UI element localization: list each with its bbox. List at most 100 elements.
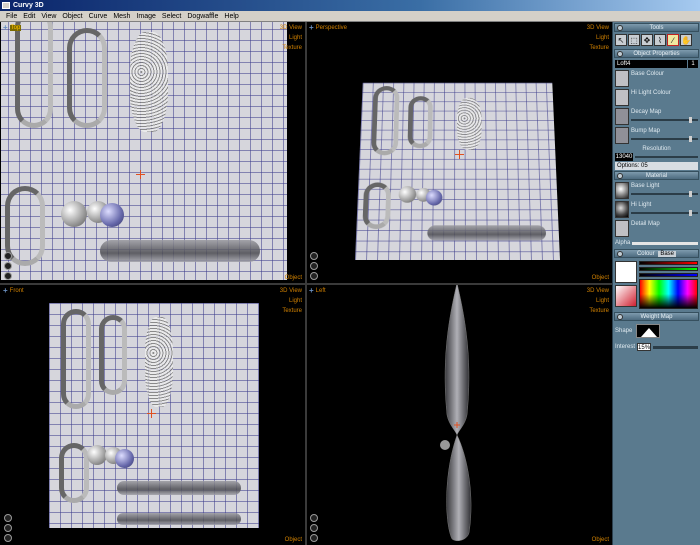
- view-light[interactable]: Light: [280, 296, 302, 306]
- hilight-preview-sphere[interactable]: [615, 201, 629, 218]
- viewport-front[interactable]: + Front 3D View Light Texture Object: [1, 285, 305, 545]
- object-label[interactable]: Object: [285, 275, 302, 281]
- object-label[interactable]: Object: [592, 537, 609, 543]
- collapse-icon[interactable]: [617, 51, 623, 57]
- curve-tool-icon[interactable]: ∕: [667, 34, 679, 46]
- detail-map-slot[interactable]: Detail Map: [615, 220, 698, 237]
- base-colour-slot[interactable]: Base Colour: [615, 70, 698, 87]
- interest-slider[interactable]: [653, 346, 698, 349]
- colour-spectrum[interactable]: [639, 279, 698, 309]
- pan-icon[interactable]: [4, 524, 12, 532]
- view-mode-3d[interactable]: 3D View: [280, 23, 302, 33]
- draw-tool-icon[interactable]: ⌇: [654, 34, 666, 46]
- colour-section-title[interactable]: Colour Base: [614, 249, 699, 258]
- collapse-icon[interactable]: [617, 173, 623, 179]
- viewport-label[interactable]: + Perspective: [309, 23, 347, 32]
- mesh-surface[interactable]: [1, 22, 287, 280]
- zoom-icon[interactable]: [310, 534, 318, 542]
- view-mode-3d[interactable]: 3D View: [280, 286, 302, 296]
- base-light-slot[interactable]: Base Light: [615, 182, 698, 199]
- red-slider[interactable]: [639, 261, 698, 265]
- object-label[interactable]: Object: [592, 275, 609, 281]
- viewport-left[interactable]: + Left 3D View Light Texture Object: [307, 285, 612, 545]
- menu-object[interactable]: Object: [59, 11, 85, 22]
- rotate-icon[interactable]: [310, 514, 318, 522]
- object-properties-title[interactable]: Object Properties: [614, 49, 699, 58]
- view-mode-3d[interactable]: 3D View: [587, 286, 609, 296]
- zoom-icon[interactable]: [4, 534, 12, 542]
- 3d-cursor[interactable]: [147, 409, 156, 418]
- bump-map-thumb[interactable]: [615, 127, 629, 144]
- hi-light-slider[interactable]: [631, 212, 698, 214]
- blue-slider[interactable]: [639, 273, 698, 277]
- rotate-icon[interactable]: [310, 252, 318, 260]
- hi-light-slot[interactable]: Hi Light: [615, 201, 698, 218]
- colour-mode[interactable]: Base: [658, 251, 676, 257]
- gradient-colour-swatch[interactable]: [615, 285, 637, 307]
- base-light-slider[interactable]: [631, 193, 698, 195]
- bump-map-slot[interactable]: Bump Map: [615, 127, 698, 144]
- viewport-label[interactable]: + Top: [3, 23, 21, 32]
- view-mode-3d[interactable]: 3D View: [587, 23, 609, 33]
- decay-slider[interactable]: [631, 119, 698, 121]
- collapse-icon[interactable]: [617, 25, 623, 31]
- base-colour-swatch[interactable]: [615, 70, 629, 87]
- decay-map-thumb[interactable]: [615, 108, 629, 125]
- hand-tool-icon[interactable]: ✋: [680, 34, 692, 46]
- pan-icon[interactable]: [310, 262, 318, 270]
- green-slider[interactable]: [639, 267, 698, 271]
- interest-value[interactable]: 15%: [637, 343, 651, 351]
- zoom-icon[interactable]: [4, 272, 12, 280]
- object-name-field[interactable]: Loft4: [615, 60, 687, 68]
- view-texture[interactable]: Texture: [587, 43, 609, 53]
- primary-colour-swatch[interactable]: [615, 261, 637, 283]
- pan-icon[interactable]: [4, 262, 12, 270]
- viewport-label[interactable]: + Front: [3, 286, 24, 295]
- viewport-label[interactable]: + Left: [309, 286, 326, 295]
- resolution-value[interactable]: 13040: [615, 153, 633, 161]
- alpha-slider[interactable]: [632, 242, 698, 245]
- view-texture[interactable]: Texture: [280, 306, 302, 316]
- hilight-colour-slot[interactable]: Hi Light Colour: [615, 89, 698, 106]
- menu-edit[interactable]: Edit: [20, 11, 38, 22]
- move-tool-icon[interactable]: ✥: [641, 34, 653, 46]
- view-light[interactable]: Light: [587, 33, 609, 43]
- collapse-icon[interactable]: [617, 314, 623, 320]
- resolution-slider[interactable]: [635, 156, 698, 158]
- bump-slider[interactable]: [631, 138, 698, 140]
- menu-view[interactable]: View: [38, 11, 59, 22]
- material-section-title[interactable]: Material: [614, 171, 699, 180]
- mesh-surface[interactable]: [355, 83, 560, 260]
- decay-map-slot[interactable]: Decay Map: [615, 108, 698, 125]
- weight-map-section-title[interactable]: Weight Map: [614, 312, 699, 321]
- collapse-icon[interactable]: [617, 251, 623, 257]
- rotate-icon[interactable]: [4, 514, 12, 522]
- 3d-cursor[interactable]: [455, 150, 464, 159]
- pointer-tool-icon[interactable]: ↖: [615, 34, 627, 46]
- options-field[interactable]: Options: 05: [615, 162, 698, 170]
- view-texture[interactable]: Texture: [280, 43, 302, 53]
- shape-preview[interactable]: [636, 324, 660, 338]
- rotate-icon[interactable]: [4, 252, 12, 260]
- mesh-side-profile[interactable]: [307, 285, 612, 545]
- menu-dogwaffle[interactable]: Dogwaffle: [184, 11, 221, 22]
- view-texture[interactable]: Texture: [587, 306, 609, 316]
- 3d-cursor[interactable]: [136, 170, 145, 179]
- menu-curve[interactable]: Curve: [86, 11, 111, 22]
- select-tool-icon[interactable]: ⬚: [628, 34, 640, 46]
- menu-mesh[interactable]: Mesh: [110, 11, 133, 22]
- pan-icon[interactable]: [310, 524, 318, 532]
- object-index[interactable]: 1: [688, 60, 698, 68]
- view-light[interactable]: Light: [280, 33, 302, 43]
- view-light[interactable]: Light: [587, 296, 609, 306]
- menu-image[interactable]: Image: [133, 11, 158, 22]
- material-preview-sphere[interactable]: [615, 182, 629, 199]
- object-label[interactable]: Object: [285, 537, 302, 543]
- menu-help[interactable]: Help: [221, 11, 241, 22]
- hilight-colour-swatch[interactable]: [615, 89, 629, 106]
- viewport-perspective[interactable]: + Perspective 3D View Light Texture Obje…: [307, 22, 612, 283]
- detail-map-thumb[interactable]: [615, 220, 629, 237]
- zoom-icon[interactable]: [310, 272, 318, 280]
- tools-section-title[interactable]: Tools: [614, 23, 699, 32]
- menu-file[interactable]: File: [3, 11, 20, 22]
